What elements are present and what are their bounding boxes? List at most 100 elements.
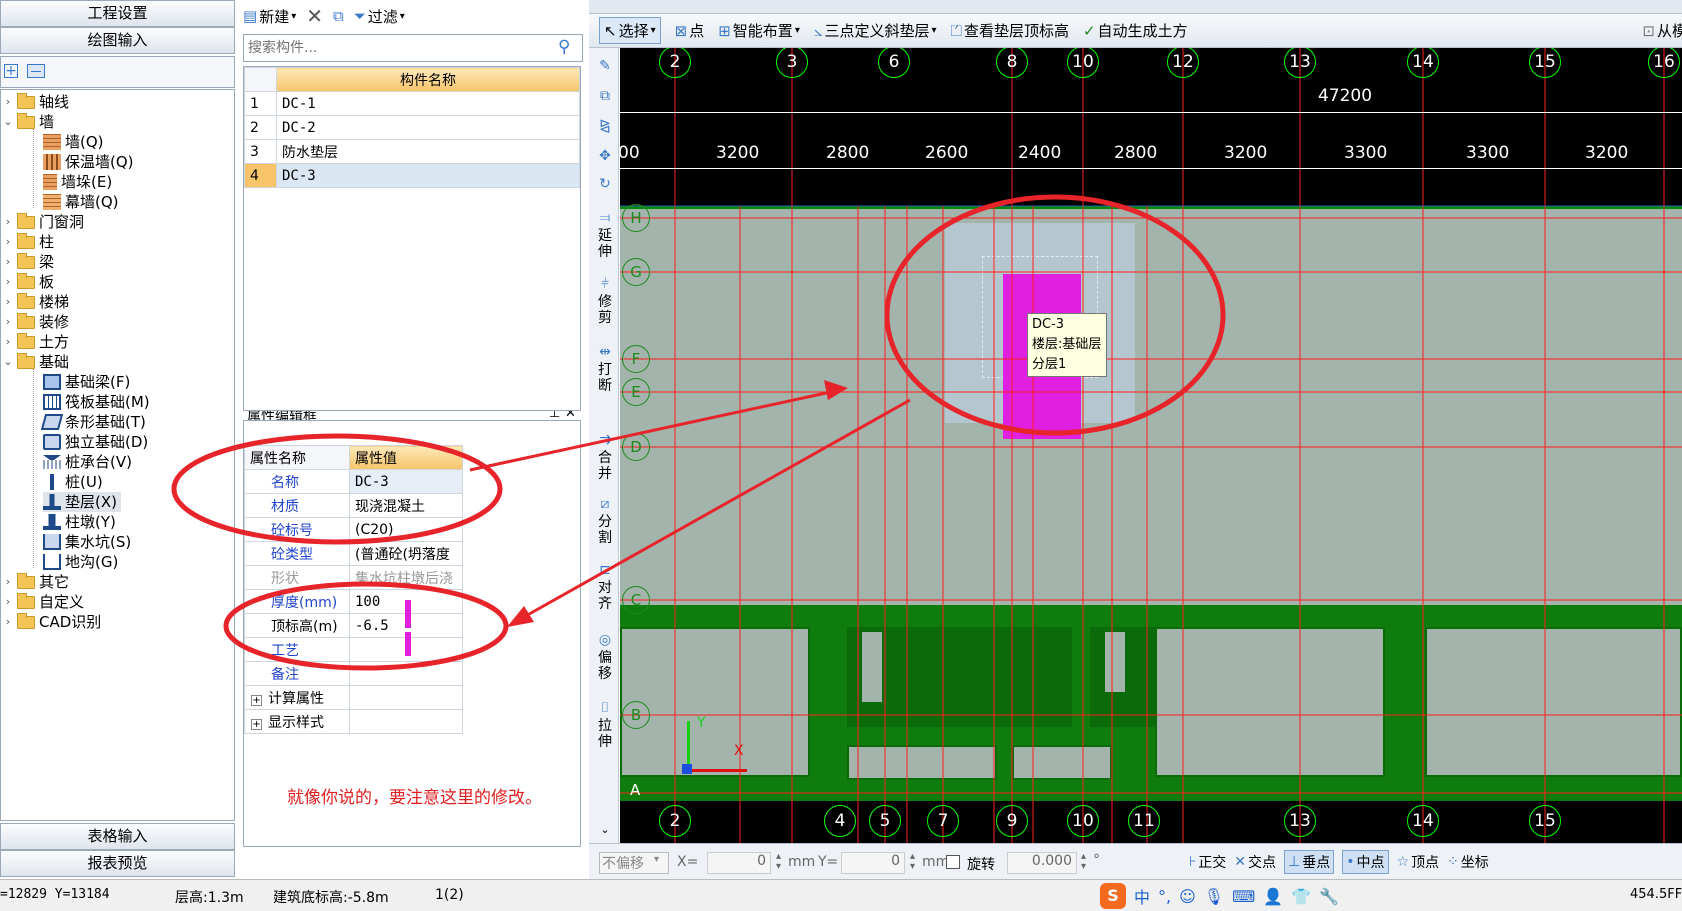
break-tool[interactable]: 打断 <box>595 362 615 394</box>
tree-item-cushion[interactable]: 垫层(X) <box>43 492 121 512</box>
drawing-canvas[interactable]: 2 3 6 8 10 12 13 14 15 16 47200 00 3200 … <box>620 48 1682 843</box>
filter-button[interactable]: ⏷ 过滤 ▾ <box>354 6 405 27</box>
delete-button[interactable]: ✕ <box>306 4 323 28</box>
punctuation-icon[interactable]: °, <box>1158 887 1171 906</box>
table-row[interactable]: 3 防水垫层 <box>244 139 580 164</box>
select-button[interactable]: ↖ 选择 ▾ <box>599 17 661 44</box>
x-spin-icon[interactable]: ▴ ▾ <box>776 852 781 872</box>
tree-item-slab[interactable]: › 板 <box>3 272 54 292</box>
x-coordinate-input[interactable]: 0 <box>707 852 771 874</box>
chevron-down-icon[interactable]: ⌄ <box>595 822 615 838</box>
tree-item-column[interactable]: › 柱 <box>3 232 54 252</box>
expand-icon[interactable]: + <box>251 694 262 706</box>
merge-tool[interactable]: 合并 <box>595 450 615 482</box>
from-model-button[interactable]: ⊡从模型 <box>1642 20 1682 41</box>
move-icon[interactable]: ✥ <box>595 148 615 164</box>
prop-row[interactable]: 砼类型 (普通砼(坍落度 <box>244 541 463 566</box>
tree-item-other[interactable]: › 其它 <box>3 572 69 592</box>
view-top-elevation-button[interactable]: ⏍ 查看垫层顶标高 <box>951 20 1069 41</box>
tree-item-wall[interactable]: ⌄ 墙 <box>3 112 54 132</box>
pen-icon[interactable]: ✎ <box>595 58 615 74</box>
tree-item-curtain-wall[interactable]: 幕墙(Q) <box>43 192 119 212</box>
y-spin-icon[interactable]: ▴ ▾ <box>910 852 915 872</box>
drawing-input-button[interactable]: 绘图输入 <box>0 27 235 54</box>
tree-item-beam[interactable]: › 梁 <box>3 252 54 272</box>
prop-group-calc[interactable]: + 计算属性 <box>244 685 463 710</box>
prop-row[interactable]: 顶标高(m) -6.5 <box>244 613 463 638</box>
tree-item-column-pier[interactable]: 柱墩(Y) <box>43 512 116 532</box>
table-row-selected[interactable]: 4 DC-3 <box>244 163 580 188</box>
tree-item-cad-recognition[interactable]: › CAD识别 <box>3 612 101 632</box>
collapse-all-icon[interactable] <box>27 64 45 78</box>
tree-item-foundation-beam[interactable]: 基础梁(F) <box>43 372 130 392</box>
tree-item-wall-pier[interactable]: 墙垛(E) <box>43 172 112 192</box>
copy-icon[interactable]: ⧉ <box>595 88 615 104</box>
split-tool[interactable]: 分割 <box>595 514 615 546</box>
report-preview-button[interactable]: 报表预览 <box>0 850 235 877</box>
stretch-tool[interactable]: 拉伸 <box>595 718 615 750</box>
prop-row[interactable]: 材质 现浇混凝土 <box>244 493 463 518</box>
expand-all-icon[interactable]: + <box>4 64 18 78</box>
table-input-button[interactable]: 表格输入 <box>0 823 235 850</box>
rotate-angle-input[interactable]: 0.000 <box>1007 852 1077 874</box>
coordinate-snap-button[interactable]: ⁘ 坐标 <box>1447 852 1489 872</box>
y-coordinate-input[interactable]: 0 <box>841 852 905 874</box>
tree-item-axis[interactable]: › 轴线 <box>3 92 69 112</box>
tree-item-isolated-foundation[interactable]: 独立基础(D) <box>43 432 148 452</box>
tree-item-stairs[interactable]: › 楼梯 <box>3 292 69 312</box>
copy-button[interactable]: ⧉ <box>333 7 344 25</box>
tree-item-raft-foundation[interactable]: 筏板基础(M) <box>43 392 150 412</box>
tree-item-pile[interactable]: 桩(U) <box>43 472 103 492</box>
microphone-icon[interactable]: 🎙 <box>1204 887 1224 906</box>
tree-item-wall-q[interactable]: 墙(Q) <box>43 132 104 152</box>
tree-item-decoration[interactable]: › 装修 <box>3 312 69 332</box>
new-component-button[interactable]: ▤ 新建 ▾ <box>243 6 296 27</box>
tree-item-trench[interactable]: 地沟(G) <box>43 552 118 572</box>
midpoint-snap-button[interactable]: • 中点 <box>1342 850 1389 874</box>
vertex-snap-button[interactable]: ☆ 顶点 <box>1397 852 1440 872</box>
user-icon[interactable]: 👤 <box>1263 887 1283 906</box>
project-settings-button[interactable]: 工程设置 <box>0 0 235 27</box>
ortho-snap-button[interactable]: ⊦ 正交 <box>1189 852 1226 872</box>
wrench-icon[interactable]: 🔧 <box>1319 887 1339 906</box>
auto-earthwork-button[interactable]: ✓ 自动生成土方 <box>1083 20 1188 41</box>
prop-row[interactable]: 名称 DC-3 <box>244 469 463 494</box>
tree-item-foundation[interactable]: ⌄ 基础 <box>3 352 69 372</box>
offset-tool[interactable]: 偏移 <box>595 650 615 682</box>
prop-row[interactable]: 工艺 <box>244 637 463 662</box>
rotate-spin-icon[interactable]: ▴ ▾ <box>1081 852 1086 872</box>
tree-item-strip-foundation[interactable]: 条形基础(T) <box>40 412 146 432</box>
sogou-logo-icon[interactable]: S <box>1100 883 1126 909</box>
tree-item-pile-cap[interactable]: 桩承台(V) <box>43 452 132 472</box>
prop-row[interactable]: 厚度(mm) 100 <box>244 589 463 614</box>
tree-item-door-window[interactable]: › 门窗洞 <box>3 212 84 232</box>
prop-row[interactable]: 砼标号 (C20) <box>244 517 463 542</box>
tree-item-sump-pit[interactable]: 集水坑(S) <box>43 532 131 552</box>
tree-item-custom[interactable]: › 自定义 <box>3 592 84 612</box>
search-input[interactable] <box>244 35 549 61</box>
rotate-icon[interactable]: ↻ <box>595 176 615 192</box>
perpendicular-snap-button[interactable]: ⊥ 垂点 <box>1284 850 1335 874</box>
prop-group-display[interactable]: + 显示样式 <box>244 709 463 734</box>
ime-mode[interactable]: 中 <box>1134 884 1150 908</box>
three-point-slope-button[interactable]: ⦣ 三点定义斜垫层 ▾ <box>814 20 937 41</box>
trim-tool[interactable]: 修剪 <box>595 294 615 326</box>
expand-icon[interactable]: + <box>251 718 262 730</box>
emoji-icon[interactable]: ☺ <box>1179 887 1196 906</box>
search-icon[interactable]: ⚲ <box>558 37 570 57</box>
rotate-checkbox[interactable] <box>946 855 960 869</box>
align-tool[interactable]: 对齐 <box>595 580 615 612</box>
keyboard-icon[interactable]: ⌨ <box>1232 887 1255 906</box>
table-row[interactable]: 1 DC-1 <box>244 91 580 116</box>
intersection-snap-button[interactable]: ✕ 交点 <box>1234 852 1276 872</box>
extend-tool[interactable]: 延伸 <box>595 228 615 260</box>
table-row[interactable]: 2 DC-2 <box>244 115 580 140</box>
skin-icon[interactable]: 👕 <box>1291 887 1311 906</box>
tree-item-earthwork[interactable]: › 土方 <box>3 332 69 352</box>
offset-mode-select[interactable]: 不偏移 ▾ <box>599 852 669 874</box>
prop-row[interactable]: 备注 <box>244 661 463 686</box>
mirror-icon[interactable]: ⧎ <box>595 118 615 134</box>
smart-layout-button[interactable]: ⊞ 智能布置 ▾ <box>718 20 800 41</box>
point-button[interactable]: ⊠ 点 <box>675 20 705 41</box>
prop-row[interactable]: 形状 集水坑柱墩后浇 <box>244 565 463 590</box>
